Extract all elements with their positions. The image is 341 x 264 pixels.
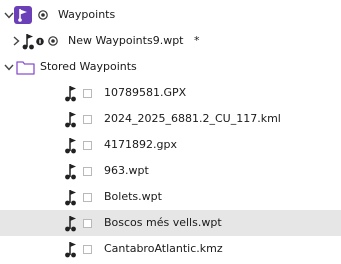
file-row[interactable]: CantabroAtlantic.kmz	[0, 236, 341, 262]
visibility-checkbox[interactable]	[83, 115, 92, 124]
file-label: CantabroAtlantic.kmz	[104, 242, 223, 255]
folder-icon	[16, 60, 35, 75]
waypoints-tree: Waypoints New Waypoints9.wpt * Stored Wa…	[0, 0, 341, 264]
file-row[interactable]: 10789581.GPX	[0, 80, 341, 106]
info-icon	[36, 36, 44, 47]
chevron-down-icon[interactable]	[3, 61, 15, 73]
visibility-checkbox[interactable]	[83, 167, 92, 176]
file-row[interactable]: 963.wpt	[0, 158, 341, 184]
tree-row-folder[interactable]: Stored Waypoints	[0, 54, 341, 80]
file-row[interactable]: Boscos més vells.wpt	[0, 210, 341, 236]
root-label: Waypoints	[58, 8, 116, 21]
file-row[interactable]: 2024_2025_6881.2_CU_117.kml	[0, 106, 341, 132]
file-label: 2024_2025_6881.2_CU_117.kml	[104, 112, 281, 125]
file-row[interactable]: Bolets.wpt	[0, 184, 341, 210]
waypoint-flag-icon	[64, 162, 78, 180]
file-label: 963.wpt	[104, 164, 149, 177]
tree-row-file-group[interactable]: New Waypoints9.wpt *	[0, 28, 341, 54]
chevron-right-icon[interactable]	[10, 35, 22, 47]
file-label: 4171892.gpx	[104, 138, 177, 151]
visibility-eye-icon[interactable]	[47, 36, 59, 46]
tree-row-root[interactable]: Waypoints	[0, 2, 341, 28]
file-label: 10789581.GPX	[104, 86, 187, 99]
waypoint-flag-icon	[64, 110, 78, 128]
file-label: Boscos més vells.wpt	[104, 216, 222, 229]
visibility-checkbox[interactable]	[83, 193, 92, 202]
visibility-checkbox[interactable]	[83, 219, 92, 228]
waypoint-flag-icon	[64, 214, 78, 232]
file-row[interactable]: 4171892.gpx	[0, 132, 341, 158]
waypoints-app-icon	[14, 6, 32, 24]
visibility-checkbox[interactable]	[83, 89, 92, 98]
file-label: Bolets.wpt	[104, 190, 162, 203]
modified-marker: *	[194, 34, 200, 47]
folder-label: Stored Waypoints	[40, 60, 137, 73]
visibility-checkbox[interactable]	[83, 141, 92, 150]
waypoint-flags-icon	[22, 32, 36, 50]
waypoint-flag-icon	[64, 240, 78, 258]
visibility-eye-icon[interactable]	[37, 10, 49, 20]
waypoint-flag-icon	[64, 136, 78, 154]
waypoint-flag-icon	[64, 188, 78, 206]
waypoint-flag-icon	[64, 84, 78, 102]
visibility-checkbox[interactable]	[83, 245, 92, 254]
file-group-label: New Waypoints9.wpt	[68, 34, 184, 47]
